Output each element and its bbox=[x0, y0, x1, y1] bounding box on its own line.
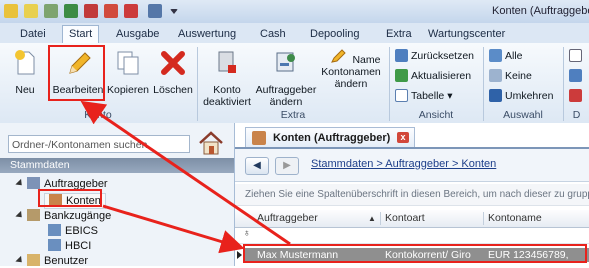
annotation-arrows bbox=[80, 100, 291, 254]
arrow-to-bearbeiten bbox=[80, 100, 291, 246]
arrow-to-row bbox=[102, 204, 245, 254]
